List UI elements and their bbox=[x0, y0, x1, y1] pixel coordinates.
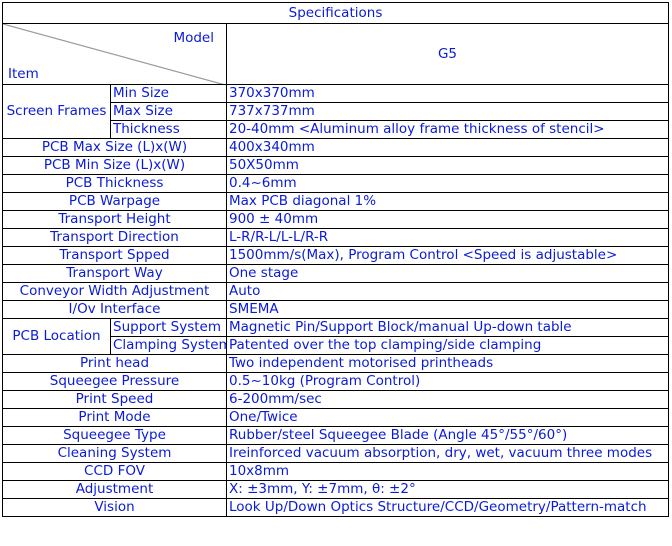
row-label: Min Size bbox=[110, 84, 227, 103]
row-label: Transport Direction bbox=[2, 228, 227, 247]
table-row: Squeegee Type Rubber/steel Squeegee Blad… bbox=[2, 426, 669, 445]
table-row: Vision Look Up/Down Optics Structure/CCD… bbox=[2, 498, 669, 517]
table-row: Squeegee Pressure 0.5~10kg (Program Cont… bbox=[2, 372, 669, 391]
table-row: PCB Thickness 0.4~6mm bbox=[2, 174, 669, 193]
row-label: Squeegee Type bbox=[2, 426, 227, 445]
row-value: 1500mm/s(Max), Program Control <Speed is… bbox=[226, 246, 669, 265]
row-value: 737x737mm bbox=[226, 102, 669, 121]
group-pcb-location: PCB Location bbox=[2, 318, 111, 355]
row-value: 6-200mm/sec bbox=[226, 390, 669, 409]
model-item-header: Model Item bbox=[2, 23, 227, 85]
row-label: Cleaning System bbox=[2, 444, 227, 463]
row-label: Print Speed bbox=[2, 390, 227, 409]
table-title: Specifications bbox=[2, 2, 669, 24]
group-screen-frames: Screen Frames bbox=[2, 84, 111, 139]
row-value: Auto bbox=[226, 282, 669, 301]
table-row: PCB Location Support System Magnetic Pin… bbox=[2, 318, 669, 355]
table-row: Adjustment X: ±3mm, Y: ±7mm, θ: ±2° bbox=[2, 480, 669, 499]
row-value: 20-40mm <Aluminum alloy frame thickness … bbox=[226, 120, 669, 139]
table-row: Transport Direction L-R/R-L/L-L/R-R bbox=[2, 228, 669, 247]
row-label: PCB Max Size (L)x(W) bbox=[2, 138, 227, 157]
item-label: Item bbox=[8, 66, 39, 82]
table-row: Print Mode One/Twice bbox=[2, 408, 669, 427]
row-value: 900 ± 40mm bbox=[226, 210, 669, 229]
row-value: 0.5~10kg (Program Control) bbox=[226, 372, 669, 391]
row-label: Squeegee Pressure bbox=[2, 372, 227, 391]
row-label: Max Size bbox=[110, 102, 227, 121]
row-value: Max PCB diagonal 1% bbox=[226, 192, 669, 211]
table-row: PCB Max Size (L)x(W) 400x340mm bbox=[2, 138, 669, 157]
row-label: Transport Height bbox=[2, 210, 227, 229]
row-label: I/Ov Interface bbox=[2, 300, 227, 319]
row-value: 10x8mm bbox=[226, 462, 669, 481]
row-label: PCB Thickness bbox=[2, 174, 227, 193]
header-row: Model Item G5 bbox=[2, 23, 669, 85]
row-value: SMEMA bbox=[226, 300, 669, 319]
row-value: Look Up/Down Optics Structure/CCD/Geomet… bbox=[226, 498, 669, 517]
table-row: PCB Warpage Max PCB diagonal 1% bbox=[2, 192, 669, 211]
model-name: G5 bbox=[226, 23, 669, 85]
table-row: Transport Height 900 ± 40mm bbox=[2, 210, 669, 229]
table-row: Transport Way One stage bbox=[2, 264, 669, 283]
row-value: X: ±3mm, Y: ±7mm, θ: ±2° bbox=[226, 480, 669, 499]
row-value: 0.4~6mm bbox=[226, 174, 669, 193]
table-row: Screen Frames Min Size 370x370mm bbox=[2, 84, 669, 139]
table-row: Transport Spped 1500mm/s(Max), Program C… bbox=[2, 246, 669, 265]
table-row: Cleaning System Ireinforced vacuum absor… bbox=[2, 444, 669, 463]
row-value: Patented over the top clamping/side clam… bbox=[226, 336, 669, 355]
row-label: Thickness bbox=[110, 120, 227, 139]
row-value: One/Twice bbox=[226, 408, 669, 427]
table-row: Conveyor Width Adjustment Auto bbox=[2, 282, 669, 301]
row-label: Transport Way bbox=[2, 264, 227, 283]
row-value: Ireinforced vacuum absorption, dry, wet,… bbox=[226, 444, 669, 463]
table-row: I/Ov Interface SMEMA bbox=[2, 300, 669, 319]
table-row: Print Speed 6-200mm/sec bbox=[2, 390, 669, 409]
row-label: Conveyor Width Adjustment bbox=[2, 282, 227, 301]
row-label: PCB Warpage bbox=[2, 192, 227, 211]
table-row: CCD FOV 10x8mm bbox=[2, 462, 669, 481]
table-row: Print head Two independent motorised pri… bbox=[2, 354, 669, 373]
row-label: PCB Min Size (L)x(W) bbox=[2, 156, 227, 175]
row-label: CCD FOV bbox=[2, 462, 227, 481]
row-label: Clamping System bbox=[110, 336, 227, 355]
row-label: Vision bbox=[2, 498, 227, 517]
row-label: Adjustment bbox=[2, 480, 227, 499]
specifications-table: Specifications Model Item G5 Screen Fram… bbox=[2, 2, 669, 517]
row-value: Two independent motorised printheads bbox=[226, 354, 669, 373]
row-value: Magnetic Pin/Support Block/manual Up-dow… bbox=[226, 318, 669, 337]
row-value: Rubber/steel Squeegee Blade (Angle 45°/5… bbox=[226, 426, 669, 445]
row-label: Transport Spped bbox=[2, 246, 227, 265]
row-value: 400x340mm bbox=[226, 138, 669, 157]
spec-sheet: Specifications Model Item G5 Screen Fram… bbox=[0, 0, 670, 545]
row-label: Print Mode bbox=[2, 408, 227, 427]
row-label: Print head bbox=[2, 354, 227, 373]
row-value: 50X50mm bbox=[226, 156, 669, 175]
row-value: 370x370mm bbox=[226, 84, 669, 103]
table-row: PCB Min Size (L)x(W) 50X50mm bbox=[2, 156, 669, 175]
row-label: Support System bbox=[110, 318, 227, 337]
title-row: Specifications bbox=[2, 2, 669, 24]
row-value: L-R/R-L/L-L/R-R bbox=[226, 228, 669, 247]
model-label: Model bbox=[173, 30, 214, 46]
row-value: One stage bbox=[226, 264, 669, 283]
